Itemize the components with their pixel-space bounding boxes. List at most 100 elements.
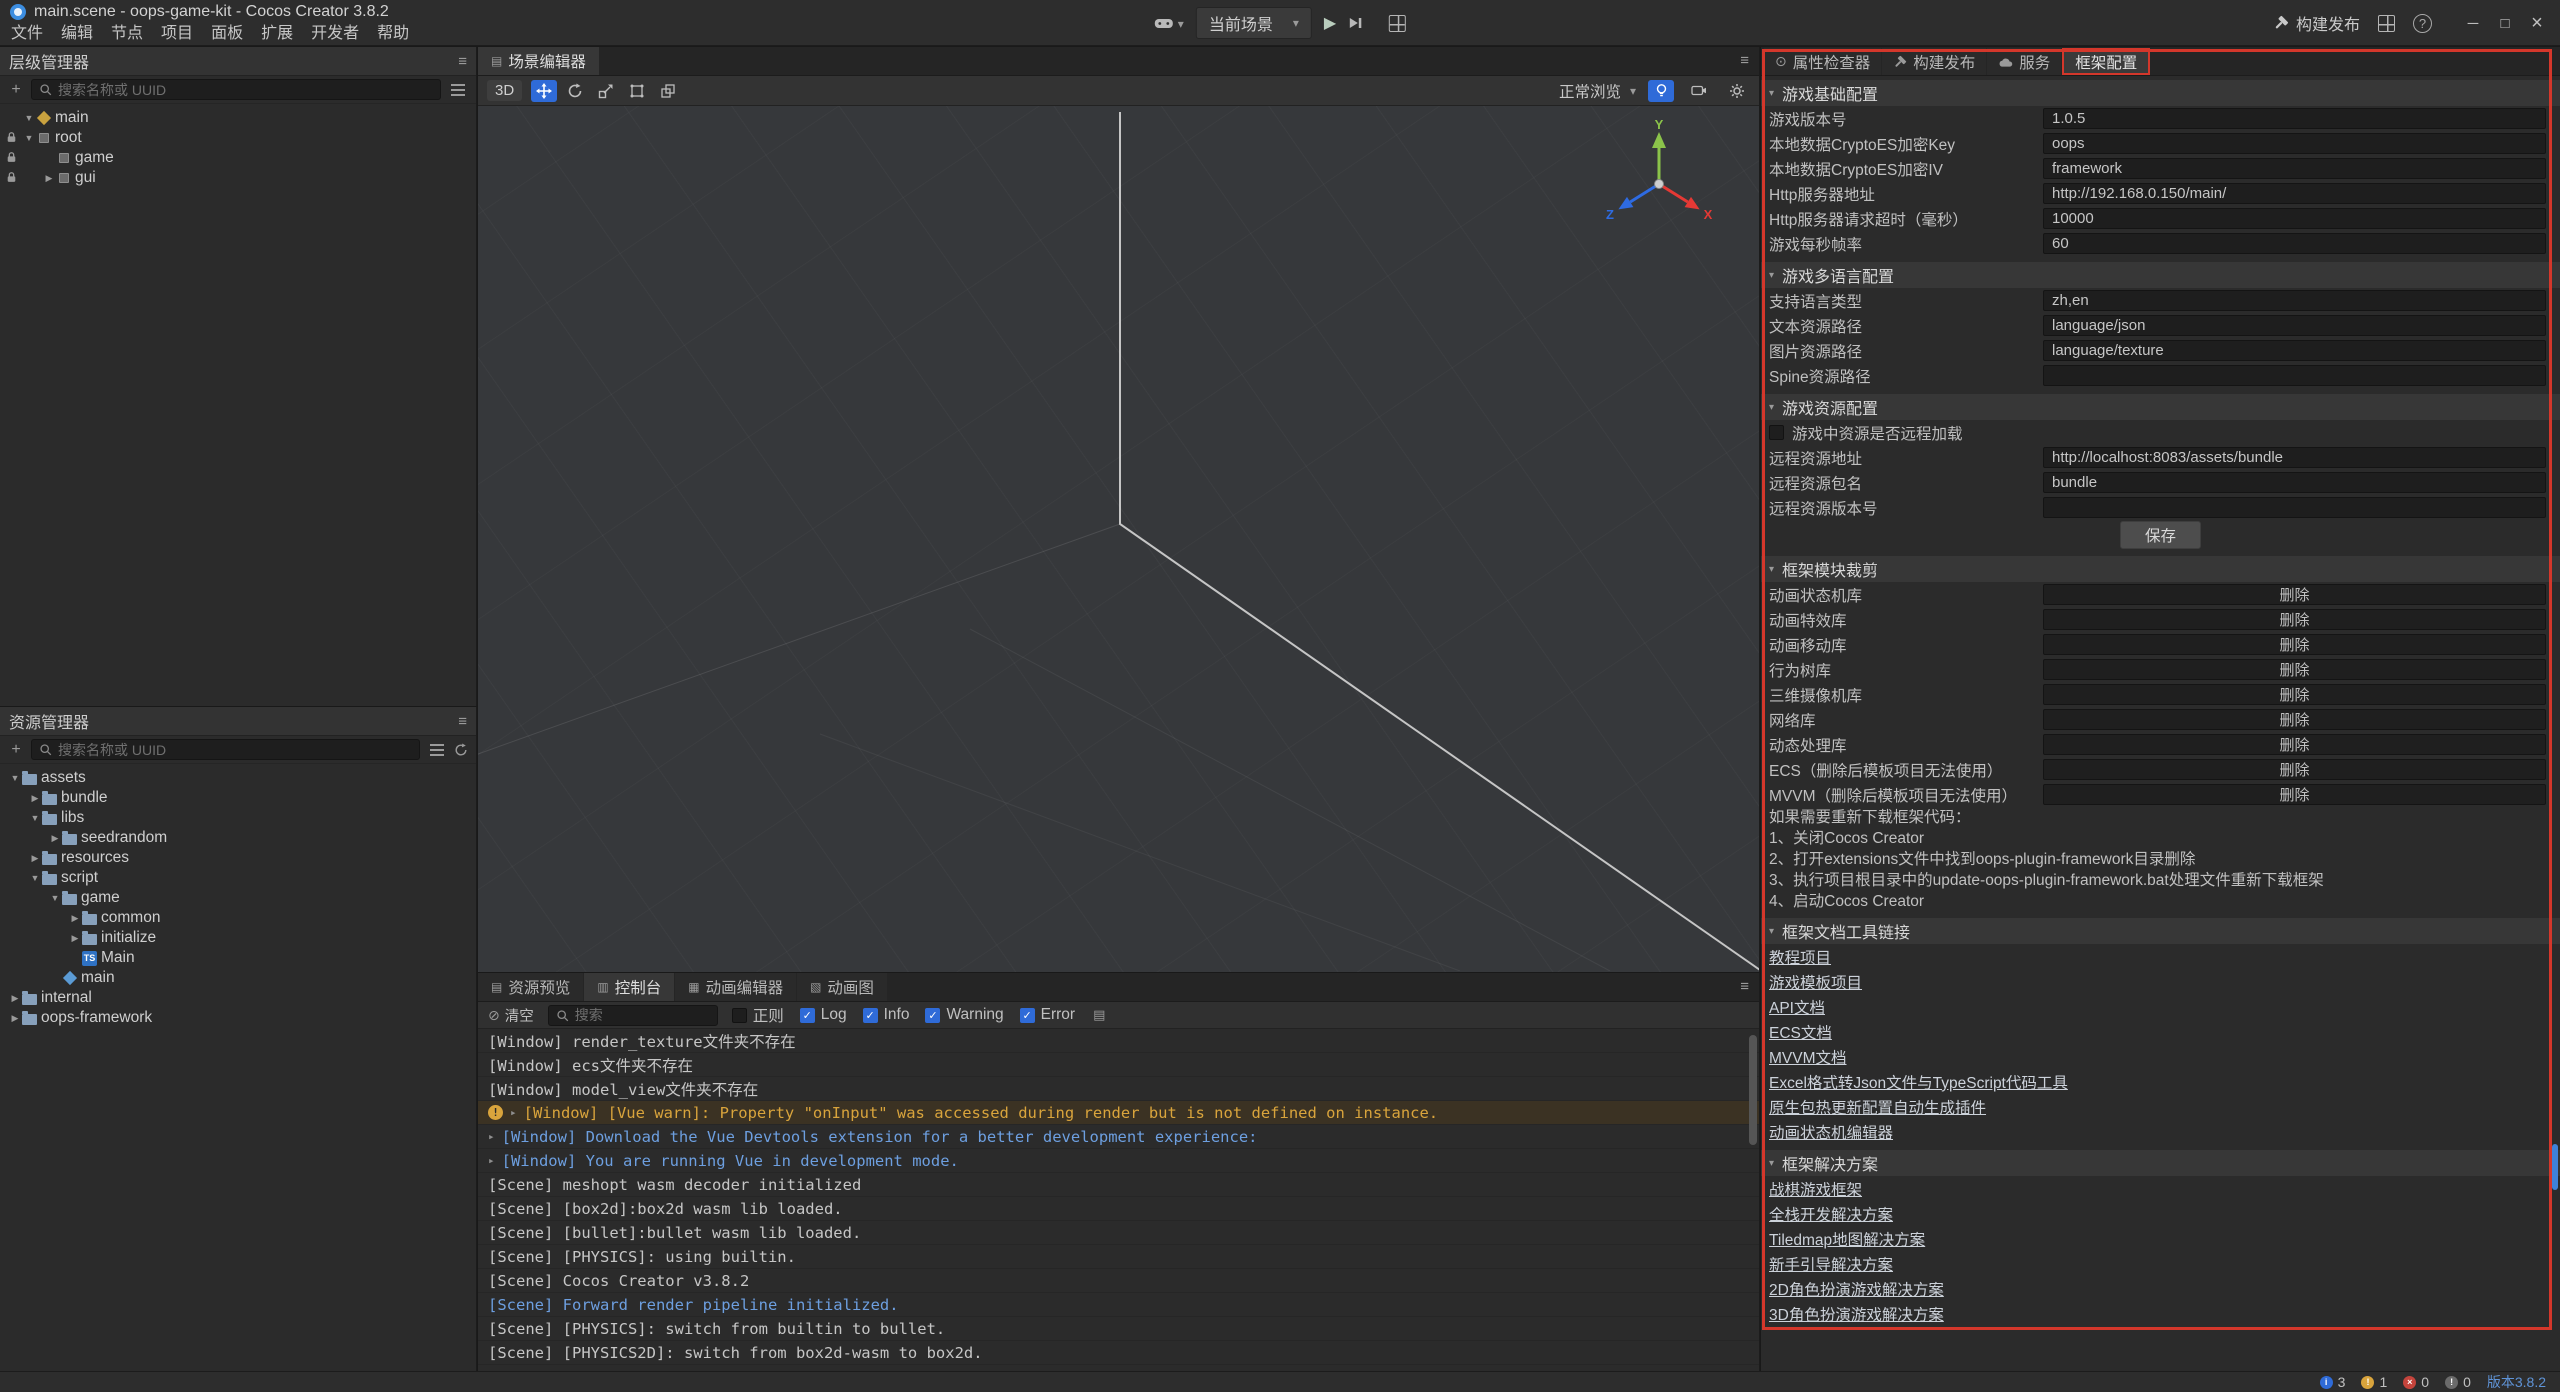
section-basic-config[interactable]: 游戏基础配置 <box>1761 80 2560 106</box>
rotate-tool[interactable] <box>562 80 588 102</box>
console-filter[interactable]: Log <box>800 1006 847 1024</box>
console-filter[interactable]: 正则 <box>732 1004 784 1026</box>
expand-arrow[interactable]: ▼ <box>22 133 36 143</box>
field-input[interactable] <box>2043 233 2546 254</box>
asset-node[interactable]: ▶ seedrandom <box>0 828 476 848</box>
transform-tool[interactable] <box>655 80 681 102</box>
doc-link[interactable]: 教程项目 <box>1769 946 1831 968</box>
expand-arrow[interactable] <box>510 1106 517 1119</box>
menu-item[interactable]: 帮助 <box>368 23 418 44</box>
log-row[interactable]: [Scene] [box2d]:box2d wasm lib loaded. <box>478 1197 1759 1221</box>
console-filter[interactable]: Info <box>863 1006 910 1024</box>
scene-settings-button[interactable] <box>1724 80 1750 102</box>
doc-link[interactable]: ECS文档 <box>1769 1021 1832 1043</box>
expand-arrow[interactable]: ▼ <box>22 113 36 123</box>
expand-arrow[interactable]: ▶ <box>28 793 42 804</box>
console-filter[interactable]: Error <box>1020 1006 1075 1024</box>
hierarchy-node[interactable]: ▶ gui <box>0 168 476 188</box>
maximize-button[interactable] <box>2490 8 2520 38</box>
field-input[interactable] <box>2043 447 2546 468</box>
checkbox[interactable] <box>863 1008 878 1023</box>
solution-link[interactable]: 战棋游戏框架 <box>1769 1178 1862 1200</box>
field-input[interactable] <box>2043 340 2546 361</box>
remote-load-checkbox[interactable] <box>1769 425 1784 440</box>
asset-node[interactable]: ▶ resources <box>0 848 476 868</box>
expand-arrow[interactable]: ▶ <box>8 993 22 1004</box>
create-asset-button[interactable] <box>8 741 24 759</box>
layout-icon[interactable] <box>2378 15 2395 32</box>
minimize-button[interactable] <box>2458 8 2488 38</box>
log-row[interactable]: [Window] Download the Vue Devtools exten… <box>478 1125 1759 1149</box>
step-button[interactable] <box>1348 16 1363 30</box>
solution-link[interactable]: 2D角色扮演游戏解决方案 <box>1769 1278 1944 1300</box>
export-log-icon[interactable] <box>1093 1007 1105 1023</box>
tab-animation-editor[interactable]: 动画编辑器 <box>675 973 796 1001</box>
log-row[interactable]: [Scene] [PHYSICS2D]: switch from box2d-w… <box>478 1341 1759 1365</box>
create-node-button[interactable] <box>8 81 24 99</box>
layout-grid-icon[interactable] <box>1389 15 1406 32</box>
asset-node[interactable]: ▶ oops-framework <box>0 1008 476 1028</box>
checkbox[interactable] <box>732 1008 747 1023</box>
delete-module-button[interactable]: 删除 <box>2043 759 2546 780</box>
sort-icon[interactable] <box>430 749 444 751</box>
menu-item[interactable]: 面板 <box>202 23 252 44</box>
expand-arrow[interactable]: ▼ <box>48 893 62 903</box>
projection-toggle[interactable]: 3D <box>487 80 522 101</box>
hierarchy-search-input[interactable] <box>58 82 433 98</box>
expand-arrow[interactable]: ▶ <box>48 833 62 844</box>
hierarchy-node[interactable]: ▼ main <box>0 108 476 128</box>
orientation-gizmo[interactable]: Y X Z <box>1599 120 1719 240</box>
log-row[interactable]: [Window] model_view文件夹不存在 <box>478 1077 1759 1101</box>
tab-property-inspector[interactable]: 属性检查器 <box>1764 48 1881 75</box>
expand-arrow[interactable]: ▼ <box>28 873 42 883</box>
expand-arrow[interactable]: ▶ <box>28 853 42 864</box>
console-filter[interactable]: Warning <box>925 1006 1003 1024</box>
field-input[interactable] <box>2043 208 2546 229</box>
expand-arrow[interactable]: ▼ <box>28 813 42 823</box>
status-counter[interactable]: 0 <box>2403 1374 2429 1390</box>
delete-module-button[interactable]: 删除 <box>2043 734 2546 755</box>
asset-node[interactable]: ▼ assets <box>0 768 476 788</box>
tab-animation-graph[interactable]: 动画图 <box>797 973 887 1001</box>
expand-arrow[interactable]: ▶ <box>68 913 82 924</box>
panel-menu-icon[interactable] <box>1740 52 1749 69</box>
tab-framework-config[interactable]: 框架配置 <box>2062 48 2150 75</box>
expand-arrow[interactable]: ▶ <box>42 173 56 184</box>
tab-asset-preview[interactable]: 资源预览 <box>478 973 583 1001</box>
doc-link[interactable]: 游戏模板项目 <box>1769 971 1862 993</box>
field-input[interactable] <box>2043 108 2546 129</box>
asset-node[interactable]: ▼ game <box>0 888 476 908</box>
field-input[interactable] <box>2043 497 2546 518</box>
scale-tool[interactable] <box>593 80 619 102</box>
scene-viewport[interactable]: Y X Z <box>478 106 1759 972</box>
menu-item[interactable]: 扩展 <box>252 23 302 44</box>
solution-link[interactable]: 全栈开发解决方案 <box>1769 1203 1893 1225</box>
section-module-trim[interactable]: 框架模块裁剪 <box>1761 556 2560 582</box>
log-row[interactable]: [Window] You are running Vue in developm… <box>478 1149 1759 1173</box>
delete-module-button[interactable]: 删除 <box>2043 634 2546 655</box>
log-row[interactable]: [Scene] [PHYSICS]: using builtin. <box>478 1245 1759 1269</box>
lighting-toggle[interactable] <box>1648 80 1674 102</box>
log-row[interactable]: [Scene] meshopt wasm decoder initialized <box>478 1173 1759 1197</box>
panel-menu-icon[interactable] <box>458 713 467 730</box>
expand-arrow[interactable] <box>488 1130 495 1143</box>
status-counter[interactable]: 3 <box>2320 1374 2346 1390</box>
hierarchy-node[interactable]: ▼ root <box>0 128 476 148</box>
menu-item[interactable]: 开发者 <box>302 23 368 44</box>
asset-node[interactable]: ▼ script <box>0 868 476 888</box>
help-icon[interactable] <box>2413 14 2432 33</box>
hierarchy-node[interactable]: game <box>0 148 476 168</box>
tab-console[interactable]: 控制台 <box>584 973 674 1001</box>
field-input[interactable] <box>2043 158 2546 179</box>
menu-item[interactable]: 文件 <box>2 23 52 44</box>
delete-module-button[interactable]: 删除 <box>2043 584 2546 605</box>
asset-node[interactable]: ▶ initialize <box>0 928 476 948</box>
log-row[interactable]: [Scene] [bullet]:bullet wasm lib loaded. <box>478 1221 1759 1245</box>
asset-node[interactable]: main <box>0 968 476 988</box>
inspector-scrollbar[interactable] <box>2552 1144 2558 1190</box>
field-input[interactable] <box>2043 133 2546 154</box>
field-input[interactable] <box>2043 290 2546 311</box>
expand-arrow[interactable]: ▶ <box>68 933 82 944</box>
asset-node[interactable]: ▼ libs <box>0 808 476 828</box>
view-mode-select[interactable]: 正常浏览 <box>1559 80 1636 102</box>
